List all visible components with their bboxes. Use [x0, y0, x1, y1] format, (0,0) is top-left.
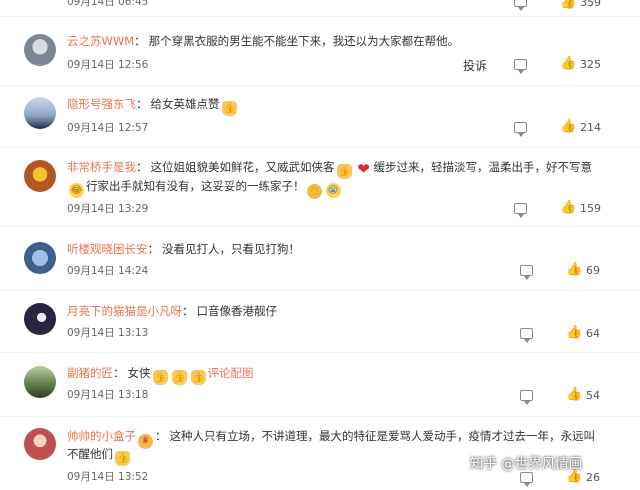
comment-item: 非常桥手是我： 这位姐姐貌美如鲜花，又威武如侠客 👍 ❤ 缓步过来，轻描淡写，温柔出手，… — [0, 156, 640, 220]
like-count: 64 — [586, 327, 600, 340]
thumbs-up-emoji: 👍 — [336, 164, 352, 179]
colon: ： — [113, 366, 125, 380]
username[interactable]: 云之苏WWM — [67, 34, 134, 48]
report-button[interactable]: 投诉 — [463, 57, 487, 74]
comment-icon[interactable] — [520, 390, 533, 405]
clapping-emoji: 👏 — [306, 184, 322, 199]
comment-date: 09月14日 13:29 — [67, 203, 149, 215]
comment-text: 那个穿黑衣服的男生能不能坐下来，我还以为大家都在帮他。 — [148, 34, 460, 48]
comment-item: 副猪的匠： 女侠 👍 👍 👍 评论配图 09月14日 13:18 👍 54 — [0, 363, 640, 413]
comment-text: 口音像香港靓仔 — [196, 304, 278, 318]
username[interactable]: 副猪的匠 — [67, 366, 113, 380]
crying-emoji: 😭 — [325, 183, 341, 198]
divider — [0, 147, 640, 148]
divider — [0, 352, 640, 353]
comment-text: 给女英雄点赞 — [150, 97, 220, 111]
comment-image-link[interactable]: 评论配图 — [208, 366, 254, 380]
username[interactable]: 非常桥手是我 — [67, 160, 136, 174]
divider — [0, 85, 640, 86]
comment-icon[interactable] — [520, 328, 533, 343]
like-count: 69 — [586, 264, 600, 277]
heart-emoji: ❤ — [357, 160, 370, 178]
comment-text: 这位姐姐貌美如鲜花，又威武如侠客 — [150, 160, 335, 174]
divider — [0, 226, 640, 227]
username[interactable]: 隐形号强东飞 — [67, 97, 136, 111]
comment-text: 这种人只有立场，不讲道理，最大的特征是爱骂人爱动手，疫情才过去一年，永远叫 — [169, 429, 596, 443]
username[interactable]: 帅帅的小盒子 — [67, 429, 136, 443]
thumbs-up-emoji: 👍 — [190, 370, 206, 385]
like-count: 325 — [580, 58, 601, 71]
comment-item: 听楼观晓困长安： 没看见打人，只看见打狗！ 09月14日 14:24 👍 69 — [0, 238, 640, 288]
username[interactable]: 听楼观晓困长安 — [67, 242, 148, 256]
colon: ： — [134, 34, 146, 48]
colon: ： — [136, 97, 148, 111]
comment-text: 缓步过来，轻描淡写，温柔出手，好不写意 — [373, 160, 593, 174]
thumbs-up-emoji: 👍 — [115, 451, 130, 466]
comment-date: 09月14日 12:57 — [67, 122, 149, 134]
comment-partial-top: 09月14日 06:45 👍 359 — [0, 0, 640, 14]
watermark: 知乎 @世界风情画 — [470, 456, 583, 472]
comment-icon[interactable] — [514, 122, 527, 137]
avatar[interactable] — [24, 34, 56, 66]
comment-date: 09月14日 13:13 — [67, 327, 149, 339]
colon: ： — [182, 304, 194, 318]
comment-date: 09月14日 06:45 — [67, 0, 149, 8]
comment-date: 09月14日 13:52 — [67, 471, 149, 483]
username[interactable]: 月亮下的猫猫是小凡呀 — [67, 304, 182, 318]
thumbs-up-emoji: 👍 — [221, 101, 237, 116]
comment-text: 没看见打人，只看见打狗！ — [162, 242, 300, 256]
thumb-up-icon[interactable]: 👍 — [560, 57, 576, 71]
comment-icon[interactable] — [514, 0, 527, 11]
thumb-up-icon[interactable]: 👍 — [566, 470, 582, 484]
like-count: 26 — [586, 471, 600, 484]
thumbs-up-emoji: 👍 — [171, 370, 187, 385]
like-count: 359 — [580, 0, 601, 9]
divider — [0, 290, 640, 291]
avatar[interactable] — [24, 303, 56, 335]
thumb-up-icon[interactable]: 👍 — [560, 201, 576, 215]
comment-icon[interactable] — [520, 265, 533, 280]
comment-item: 月亮下的猫猫是小凡呀： 口音像香港靓仔 09月14日 13:13 👍 64 — [0, 301, 640, 351]
comment-item: 隐形号强东飞： 给女英雄点赞 👍 09月14日 12:57 👍 214 — [0, 93, 640, 143]
comment-date: 09月14日 12:56 — [67, 59, 149, 71]
comment-item: 云之苏WWM： 那个穿黑衣服的男生能不能坐下来，我还以为大家都在帮他。 09月14… — [0, 30, 640, 80]
divider — [0, 16, 640, 17]
thumb-up-icon[interactable]: 👍 — [560, 0, 576, 10]
comment-icon[interactable] — [514, 59, 527, 74]
divider — [0, 416, 640, 417]
avatar[interactable] — [24, 160, 56, 192]
thumb-up-icon[interactable]: 👍 — [560, 120, 576, 134]
avatar[interactable] — [24, 428, 56, 460]
thumb-up-icon[interactable]: 👍 — [566, 263, 582, 277]
comment-date: 09月14日 13:18 — [67, 389, 149, 401]
avatar[interactable] — [24, 366, 56, 398]
avatar[interactable] — [24, 242, 56, 274]
like-count: 54 — [586, 389, 600, 402]
thumbs-up-emoji: 👍 — [152, 370, 168, 385]
comment-date: 09月14日 14:24 — [67, 265, 149, 277]
avatar[interactable] — [24, 97, 56, 129]
comment-text-continued: 不醒他们 — [67, 447, 113, 461]
comment-icon[interactable] — [520, 472, 533, 487]
comment-icon[interactable] — [514, 203, 527, 218]
comment-text-continued: 行家出手就知有没有，这妥妥的一练家子！ — [86, 179, 305, 193]
laughing-emoji: 😂 — [69, 183, 84, 198]
colon: ： — [155, 429, 167, 443]
crown-badge-icon: ♛ — [138, 434, 153, 449]
like-count: 214 — [580, 121, 601, 134]
colon: ： — [147, 242, 160, 256]
thumb-up-icon[interactable]: 👍 — [566, 326, 582, 340]
comment-text: 女侠 — [127, 366, 151, 380]
colon: ： — [136, 160, 148, 174]
like-count: 159 — [580, 202, 601, 215]
thumb-up-icon[interactable]: 👍 — [566, 388, 582, 402]
